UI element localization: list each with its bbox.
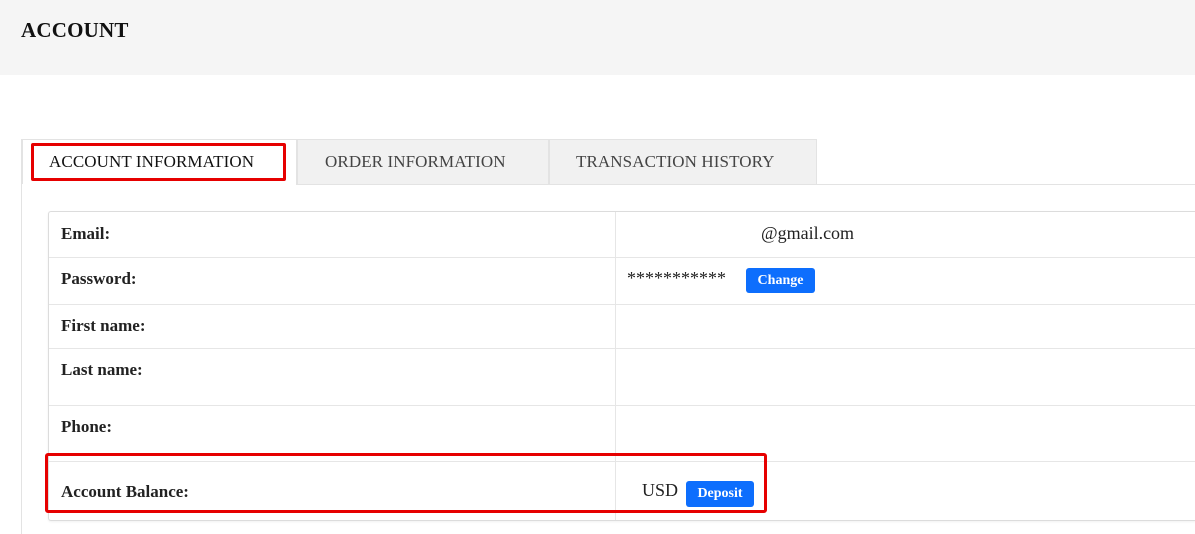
page-title: ACCOUNT: [21, 18, 129, 42]
tab-account-information[interactable]: ACCOUNT INFORMATION: [22, 139, 297, 184]
table-row-account-balance: Account Balance: USD Deposit: [49, 461, 1195, 520]
table-row-password: Password: *********** Change: [49, 257, 1195, 304]
account-panel: ACCOUNT INFORMATION ORDER INFORMATION TR…: [21, 139, 1195, 534]
email-label: Email:: [61, 224, 111, 243]
table-row-last-name: Last name:: [49, 348, 1195, 405]
deposit-button[interactable]: Deposit: [686, 481, 754, 507]
table-row-phone: Phone:: [49, 405, 1195, 461]
table-row-first-name: First name:: [49, 304, 1195, 348]
email-value: @gmail.com: [761, 223, 855, 243]
phone-label: Phone:: [61, 417, 112, 436]
table-row-email: Email: @gmail.com: [49, 212, 1195, 257]
tab-bar: ACCOUNT INFORMATION ORDER INFORMATION TR…: [22, 139, 817, 185]
password-value: ***********: [627, 268, 726, 288]
tab-label: ACCOUNT INFORMATION: [49, 152, 255, 171]
first-name-label: First name:: [61, 316, 146, 335]
last-name-label: Last name:: [61, 360, 143, 379]
tab-label: TRANSACTION HISTORY: [576, 152, 775, 171]
account-balance-label: Account Balance:: [61, 482, 189, 501]
account-balance-value: USD: [642, 480, 679, 500]
tab-label: ORDER INFORMATION: [325, 152, 506, 171]
password-label: Password:: [61, 269, 137, 288]
tab-transaction-history[interactable]: TRANSACTION HISTORY: [549, 139, 817, 184]
tab-order-information[interactable]: ORDER INFORMATION: [297, 139, 549, 184]
page-header: ACCOUNT: [0, 0, 1195, 75]
change-password-button[interactable]: Change: [746, 268, 815, 293]
tab-divider: [296, 184, 1195, 185]
account-info-table: Email: @gmail.com Password: *********** …: [48, 211, 1195, 521]
